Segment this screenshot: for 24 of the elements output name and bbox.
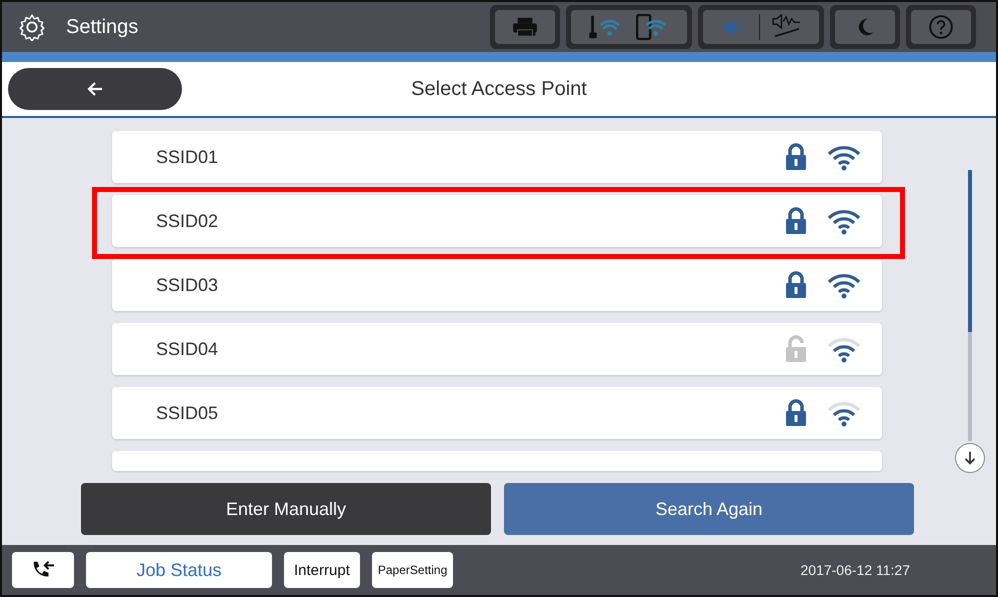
- access-point-item[interactable]: SSID03: [112, 259, 882, 311]
- date-time: 2017-06-12 11:27: [800, 562, 910, 578]
- page-title: Select Access Point: [411, 78, 587, 100]
- paper-setting-button[interactable]: PaperSetting: [372, 552, 454, 588]
- ssid-label: SSID03: [156, 274, 220, 296]
- search-again-button[interactable]: Search Again: [504, 483, 914, 535]
- help-icon: [928, 14, 954, 40]
- ssid-label: SSID01: [156, 146, 220, 168]
- job-status-button[interactable]: Job Status: [86, 552, 272, 588]
- ssid-label: SSID04: [156, 338, 220, 360]
- fax-call-button[interactable]: [12, 552, 74, 588]
- access-point-item[interactable]: SSID01: [112, 131, 882, 183]
- scroll-down-button[interactable]: [955, 443, 985, 473]
- settings-title: Settings: [66, 16, 138, 38]
- back-button[interactable]: [8, 68, 182, 110]
- access-point-item[interactable]: SSID05: [112, 387, 882, 439]
- access-point-item[interactable]: SSID02: [112, 195, 882, 247]
- scrollbar[interactable]: [968, 170, 972, 442]
- settings-icon: [18, 13, 46, 41]
- ssid-label: SSID02: [156, 210, 220, 232]
- access-point-item[interactable]: SSID04: [112, 323, 882, 375]
- interrupt-button[interactable]: Interrupt: [284, 552, 360, 588]
- enter-manually-button[interactable]: Enter Manually: [81, 483, 491, 535]
- ssid-label: SSID05: [156, 402, 220, 424]
